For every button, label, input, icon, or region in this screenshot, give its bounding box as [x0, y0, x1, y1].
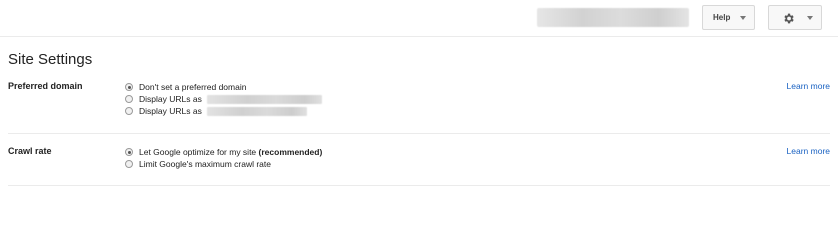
option-label: Limit Google's maximum crawl rate — [139, 159, 271, 169]
settings-button[interactable] — [768, 5, 822, 30]
help-button-label: Help — [713, 13, 731, 22]
option-label: Display URLs as — [139, 106, 202, 116]
redacted-domain — [206, 94, 322, 104]
radio-option-google-optimize[interactable]: Let Google optimize for my site (recomme… — [125, 146, 322, 158]
radio-button[interactable] — [125, 95, 133, 103]
preferred-domain-section: Preferred domain Don't set a preferred d… — [8, 81, 830, 126]
radio-option-display-domain-2[interactable]: Display URLs as — [125, 105, 322, 117]
crawl-rate-label: Crawl rate — [8, 146, 52, 156]
radio-option-limit-crawl[interactable]: Limit Google's maximum crawl rate — [125, 158, 322, 170]
radio-option-no-preference[interactable]: Don't set a preferred domain — [125, 81, 322, 93]
page-title: Site Settings — [8, 51, 93, 68]
recommended-tag: (recommended) — [258, 147, 323, 157]
option-label: Don't set a preferred domain — [139, 82, 247, 92]
divider — [8, 185, 830, 186]
option-label: Display URLs as — [139, 94, 202, 104]
top-bar: Help — [0, 0, 838, 37]
divider — [8, 133, 830, 134]
preferred-domain-options: Don't set a preferred domain Display URL… — [125, 81, 322, 117]
chevron-down-icon — [740, 16, 746, 20]
radio-button-checked[interactable] — [125, 148, 133, 156]
radio-button[interactable] — [125, 107, 133, 115]
chevron-down-icon — [807, 16, 813, 20]
crawl-rate-options: Let Google optimize for my site (recomme… — [125, 146, 322, 170]
learn-more-link[interactable]: Learn more — [787, 146, 830, 156]
radio-button[interactable] — [125, 160, 133, 168]
radio-button-checked[interactable] — [125, 83, 133, 91]
learn-more-link[interactable]: Learn more — [787, 81, 830, 91]
radio-option-display-domain-1[interactable]: Display URLs as — [125, 93, 322, 105]
option-label: Let Google optimize for my site — [139, 147, 257, 157]
crawl-rate-section: Crawl rate Let Google optimize for my si… — [8, 146, 830, 176]
account-info-redacted[interactable] — [537, 8, 689, 27]
help-button[interactable]: Help — [702, 5, 755, 30]
preferred-domain-label: Preferred domain — [8, 81, 83, 91]
redacted-domain — [206, 106, 307, 116]
gear-icon — [784, 13, 794, 24]
